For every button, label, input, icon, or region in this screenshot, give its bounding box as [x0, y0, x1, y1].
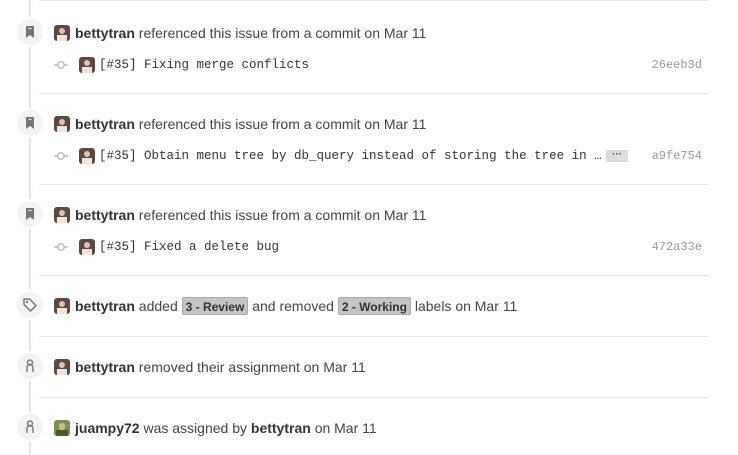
commit-sha-link[interactable]: 472a33e [652, 238, 702, 256]
event-text: labels on Mar 11 [414, 298, 518, 314]
commit-message-link[interactable]: [#35] Fixing merge conflicts [99, 56, 309, 74]
avatar[interactable] [79, 57, 95, 73]
commit-message-link[interactable]: [#35] Fixed a delete bug [99, 238, 279, 256]
divider [39, 275, 709, 276]
tag-icon [15, 290, 45, 320]
commit-row: [#35] Fixed a delete bug 472a33e [54, 238, 702, 256]
divider [39, 0, 709, 1]
avatar[interactable] [54, 420, 70, 437]
divider [39, 336, 709, 337]
commit-sha-link[interactable]: 26eeb3d [652, 56, 702, 74]
avatar[interactable] [54, 207, 70, 224]
commit-sha-link[interactable]: a9fe754 [652, 147, 702, 165]
event-text: referenced this issue from a commit on M… [138, 207, 427, 223]
divider [39, 184, 709, 185]
event-text: on Mar 11 [314, 420, 377, 436]
person-icon [15, 351, 45, 381]
divider [39, 397, 709, 398]
commit-row: [#35] Obtain menu tree by db_query inste… [54, 147, 702, 165]
event-text: added [138, 298, 178, 314]
bookmark-icon [15, 199, 45, 229]
author-link[interactable]: bettytran [251, 420, 311, 436]
event-text: was assigned by [143, 420, 247, 436]
author-link[interactable]: bettytran [75, 298, 135, 314]
git-commit-icon [54, 152, 68, 160]
avatar[interactable] [79, 148, 95, 164]
avatar[interactable] [54, 298, 70, 315]
git-commit-icon [54, 243, 68, 251]
event-text: referenced this issue from a commit on M… [138, 25, 427, 41]
author-link[interactable]: bettytran [75, 25, 135, 41]
event-text: and removed [252, 298, 334, 314]
avatar[interactable] [54, 25, 70, 42]
author-link[interactable]: bettytran [75, 116, 135, 132]
label-badge[interactable]: 3 - Review [181, 296, 249, 315]
bookmark-icon [15, 17, 45, 47]
commit-row: [#35] Fixing merge conflicts 26eeb3d [54, 56, 702, 74]
event-text: referenced this issue from a commit on M… [138, 116, 427, 132]
avatar[interactable] [54, 359, 70, 376]
event-text: removed their assignment on Mar 11 [138, 359, 366, 375]
commit-message-link[interactable]: [#35] Obtain menu tree by db_query inste… [99, 147, 604, 165]
git-commit-icon [54, 61, 68, 69]
person-icon [15, 412, 45, 442]
avatar[interactable] [79, 239, 95, 255]
author-link[interactable]: bettytran [75, 207, 135, 223]
author-link[interactable]: bettytran [75, 359, 135, 375]
divider [39, 93, 709, 94]
avatar[interactable] [54, 116, 70, 133]
bookmark-icon [15, 108, 45, 138]
expand-commit-button[interactable]: ··· [606, 150, 628, 162]
assignee-link[interactable]: juampy72 [75, 420, 140, 436]
label-badge[interactable]: 2 - Working [337, 296, 411, 315]
